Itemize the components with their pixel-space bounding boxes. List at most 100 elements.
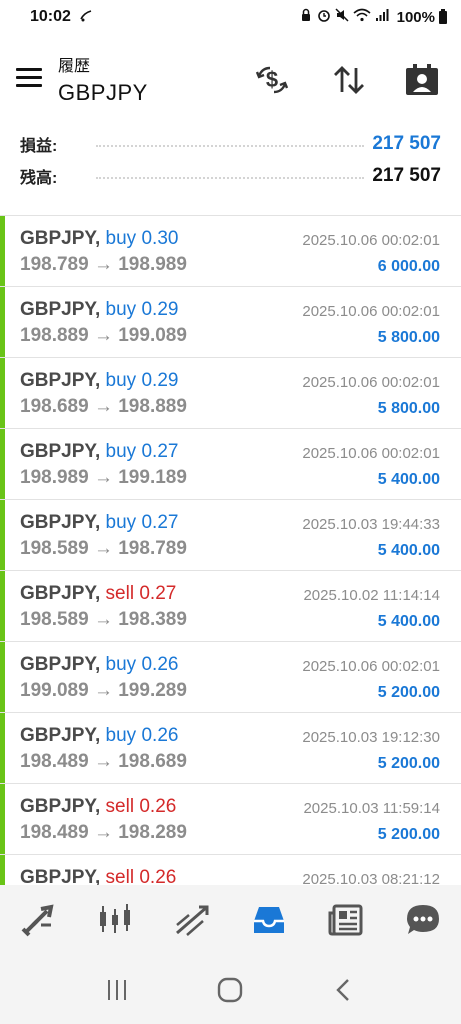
back-icon[interactable] (324, 970, 364, 1010)
trade-row[interactable]: GBPJPY, buy 0.26 198.489 → 198.689 2025.… (0, 713, 461, 784)
trade-side: buy (105, 441, 137, 462)
dotted-leader (96, 177, 365, 179)
news-icon[interactable] (324, 898, 368, 942)
app-bar: 履歴 GBPJPY $ (0, 34, 461, 122)
signal-icon (375, 8, 389, 26)
account-icon[interactable] (404, 62, 440, 98)
trade-row[interactable]: GBPJPY, sell 0.26 2025.10.03 08:21:12 (0, 855, 461, 885)
trade-side: buy (105, 299, 137, 320)
profit-indicator-bar (0, 713, 5, 783)
balance-label: 残高: (20, 170, 58, 187)
trade-prices: 198.589 → 198.789 (20, 538, 187, 559)
status-bar: 10:02 100% (0, 0, 461, 34)
trade-symbol: GBPJPY, (20, 370, 101, 391)
trade-prices: 198.489 → 198.289 (20, 822, 187, 843)
trade-volume: 0.26 (139, 796, 177, 817)
trade-side: sell (105, 583, 135, 604)
trade-row[interactable]: GBPJPY, buy 0.30 198.789 → 198.989 2025.… (0, 216, 461, 287)
profit-indicator-bar (0, 500, 5, 570)
mute-icon (335, 8, 349, 26)
trade-volume: 0.27 (139, 583, 177, 604)
wifi-icon (353, 8, 371, 26)
profit-indicator-bar (0, 358, 5, 428)
profit-indicator-bar (0, 571, 5, 641)
trade-prices: 198.989 → 199.189 (20, 467, 187, 488)
page-title[interactable]: GBPJPY (58, 80, 148, 106)
chat-icon[interactable] (401, 898, 445, 942)
status-time: 10:02 (30, 8, 71, 25)
profit-indicator-bar (0, 429, 5, 499)
trade-side: buy (105, 725, 137, 746)
trade-row[interactable]: GBPJPY, buy 0.27 198.989 → 199.189 2025.… (0, 429, 461, 500)
trade-headline: GBPJPY, sell 0.27 (20, 583, 176, 605)
trade-side: buy (105, 228, 137, 249)
trade-symbol: GBPJPY, (20, 654, 101, 675)
trade-profit: 5 200.00 (377, 684, 440, 701)
trade-time: 2025.10.03 19:44:33 (302, 516, 440, 533)
bottom-navigation (0, 885, 461, 955)
trade-time: 2025.10.06 00:02:01 (302, 374, 440, 391)
trade-symbol: GBPJPY, (20, 228, 101, 249)
history-icon[interactable] (247, 898, 291, 942)
profit-indicator-bar (0, 642, 5, 712)
home-icon[interactable] (210, 970, 250, 1010)
sort-icon[interactable] (331, 62, 367, 98)
trade-profit: 5 400.00 (377, 471, 440, 488)
battery-level: 100% (396, 8, 435, 26)
trade-volume: 0.30 (141, 228, 179, 249)
profit-indicator-bar (0, 287, 5, 357)
trade-volume: 0.29 (141, 299, 179, 320)
trade-volume: 0.26 (139, 867, 177, 885)
trade-headline: GBPJPY, buy 0.29 (20, 370, 178, 392)
trade-side: buy (105, 654, 137, 675)
trade-volume: 0.29 (141, 370, 179, 391)
trade-row[interactable]: GBPJPY, sell 0.27 198.589 → 198.389 2025… (0, 571, 461, 642)
trade-headline: GBPJPY, buy 0.26 (20, 654, 178, 676)
balance-value: 217 507 (372, 165, 441, 186)
profit-row: 損益: 217 507 (20, 128, 441, 160)
trade-prices: 198.489 → 198.689 (20, 751, 187, 772)
trade-prices: 199.089 → 199.289 (20, 680, 187, 701)
chart-icon[interactable] (93, 898, 137, 942)
menu-icon[interactable] (16, 68, 42, 88)
dotted-leader (96, 145, 365, 147)
trade-prices: 198.889 → 199.089 (20, 325, 187, 346)
trade-side: sell (105, 796, 135, 817)
battery-icon (439, 8, 447, 24)
trade-headline: GBPJPY, sell 0.26 (20, 867, 176, 885)
trade-profit: 5 400.00 (377, 542, 440, 559)
trade-time: 2025.10.03 19:12:30 (302, 729, 440, 746)
currency-exchange-icon[interactable]: $ (254, 62, 290, 98)
profit-indicator-bar (0, 855, 5, 885)
trade-time: 2025.10.06 00:02:01 (302, 445, 440, 462)
trade-symbol: GBPJPY, (20, 867, 101, 885)
trade-time: 2025.10.03 11:59:14 (303, 800, 440, 817)
trade-profit: 5 200.00 (377, 755, 440, 772)
trade-history-list[interactable]: GBPJPY, buy 0.30 198.789 → 198.989 2025.… (0, 215, 461, 885)
svg-text:$: $ (266, 67, 278, 92)
trade-row[interactable]: GBPJPY, buy 0.29 198.689 → 198.889 2025.… (0, 358, 461, 429)
trade-profit: 5 800.00 (377, 400, 440, 417)
profit-indicator-bar (0, 784, 5, 854)
trade-volume: 0.26 (141, 654, 179, 675)
trade-profit: 5 800.00 (377, 329, 440, 346)
trade-time: 2025.10.06 00:02:01 (302, 658, 440, 675)
alarm-icon (317, 8, 331, 26)
trade-headline: GBPJPY, sell 0.26 (20, 796, 176, 818)
trade-symbol: GBPJPY, (20, 512, 101, 533)
trade-time: 2025.10.02 11:14:14 (303, 587, 440, 604)
trade-row[interactable]: GBPJPY, buy 0.26 199.089 → 199.289 2025.… (0, 642, 461, 713)
trade-profit: 6 000.00 (377, 258, 440, 275)
recent-apps-icon[interactable] (97, 970, 137, 1010)
account-summary: 損益: 217 507 残高: 217 507 (0, 128, 461, 220)
trade-icon[interactable] (170, 898, 214, 942)
trade-symbol: GBPJPY, (20, 796, 101, 817)
trade-volume: 0.27 (141, 512, 179, 533)
trade-time: 2025.10.06 00:02:01 (302, 303, 440, 320)
profit-value: 217 507 (372, 133, 441, 154)
trade-row[interactable]: GBPJPY, buy 0.27 198.589 → 198.789 2025.… (0, 500, 461, 571)
trade-row[interactable]: GBPJPY, sell 0.26 198.489 → 198.289 2025… (0, 784, 461, 855)
quotes-icon[interactable] (16, 898, 60, 942)
trade-profit: 5 400.00 (377, 613, 440, 630)
trade-row[interactable]: GBPJPY, buy 0.29 198.889 → 199.089 2025.… (0, 287, 461, 358)
